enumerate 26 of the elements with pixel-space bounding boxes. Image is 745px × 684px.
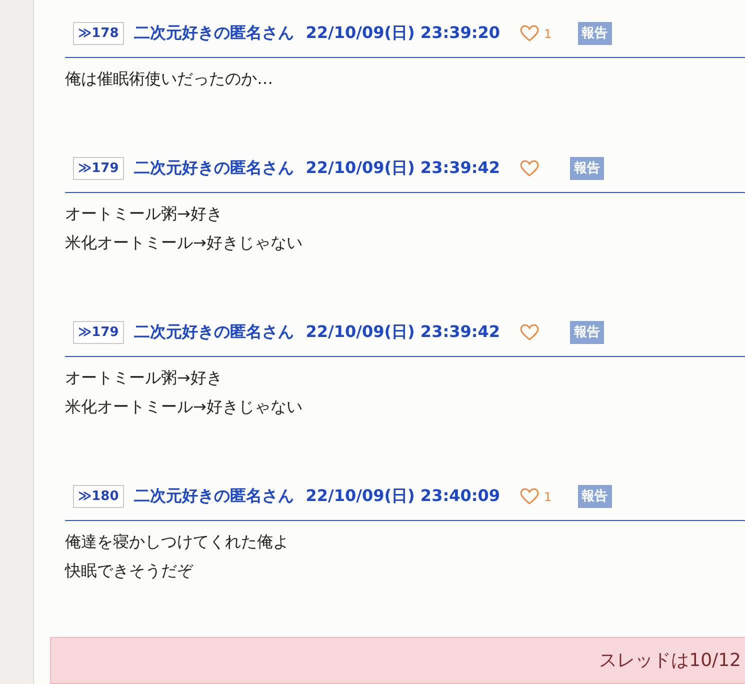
post-date: 22/10/09(日) 23:40:09 bbox=[306, 486, 500, 507]
poster-name: 二次元好きの匿名さん bbox=[134, 158, 294, 179]
heart-icon[interactable] bbox=[520, 160, 540, 177]
notice-text: スレッドは10/12 bbox=[599, 649, 741, 673]
reply-number-link[interactable]: ≫179 bbox=[73, 321, 124, 344]
post-text: オートミール粥→好き bbox=[65, 367, 224, 389]
poster-name: 二次元好きの匿名さん bbox=[134, 322, 294, 343]
heart-icon[interactable] bbox=[520, 324, 540, 341]
post-text: 快眠できそうだぞ bbox=[65, 560, 194, 582]
poster-name: 二次元好きの匿名さん bbox=[134, 23, 294, 44]
post-date: 22/10/09(日) 23:39:20 bbox=[306, 23, 500, 44]
reply-number-link[interactable]: ≫180 bbox=[73, 485, 124, 508]
heart-icon[interactable] bbox=[520, 488, 540, 505]
post-date: 22/10/09(日) 23:39:42 bbox=[306, 322, 500, 343]
post-date: 22/10/09(日) 23:39:42 bbox=[306, 158, 500, 179]
reply-number-link[interactable]: ≫178 bbox=[73, 22, 124, 45]
post-text: オートミール粥→好き bbox=[65, 203, 224, 225]
like-count: 1 bbox=[544, 490, 552, 504]
reply-number-link[interactable]: ≫179 bbox=[73, 157, 124, 180]
post-text: 俺達を寝かしつけてくれた俺よ bbox=[65, 531, 290, 553]
heart-icon[interactable] bbox=[520, 25, 540, 42]
post-text: 米化オートミール→好きじゃない bbox=[65, 232, 304, 254]
like-count: 1 bbox=[544, 26, 552, 40]
post-text: 米化オートミール→好きじゃない bbox=[65, 396, 304, 418]
post-text: 俺は催眠術使いだったのか… bbox=[65, 68, 274, 90]
poster-name: 二次元好きの匿名さん bbox=[134, 486, 294, 507]
